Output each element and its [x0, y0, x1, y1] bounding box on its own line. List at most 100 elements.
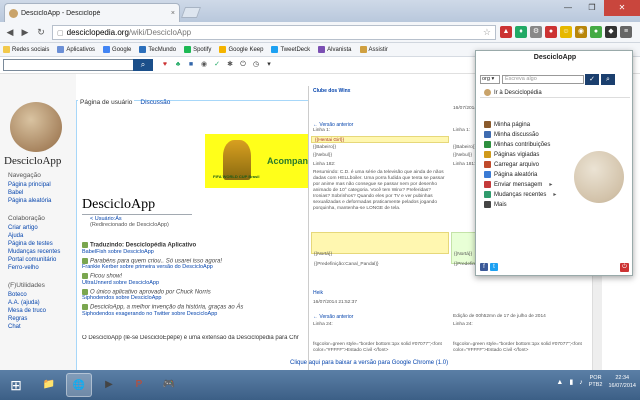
- sidebar-link[interactable]: Portal comunitário: [8, 256, 74, 264]
- sidebar-link[interactable]: Chat: [8, 323, 74, 331]
- popup-close-icon[interactable]: ⏻: [620, 263, 629, 272]
- sidebar-link[interactable]: A.A. (ajuda): [8, 299, 74, 307]
- tab-user-page[interactable]: Página de usuário: [78, 99, 135, 106]
- extension-pdf-icon[interactable]: ▲: [500, 26, 512, 38]
- taskbar-app[interactable]: 🌐: [66, 373, 92, 397]
- extension-bird-icon[interactable]: ♦: [515, 26, 527, 38]
- domain-select[interactable]: org ▾: [480, 75, 500, 84]
- popup-go-button[interactable]: ✓: [585, 74, 599, 85]
- bookmark-item[interactable]: Google Keep: [219, 46, 263, 53]
- link-go-to-desciclopedia[interactable]: Ir à Desciclopédia: [484, 89, 542, 96]
- toolbar-clock-icon[interactable]: ◷: [251, 60, 261, 70]
- toolbar-down-icon[interactable]: ▾: [264, 60, 274, 70]
- reload-icon[interactable]: ↻: [35, 26, 47, 38]
- tray-volume-icon[interactable]: ♪: [579, 379, 583, 386]
- extension-emoji-icon[interactable]: ☺: [560, 26, 572, 38]
- back-icon[interactable]: ◀: [4, 26, 16, 38]
- extension-red-icon[interactable]: ●: [545, 26, 557, 38]
- bookmark-item[interactable]: Redes sociais: [3, 46, 49, 53]
- diff-left-tag-c: {{Nebul}}: [313, 153, 332, 158]
- extension-dark-icon[interactable]: ◆: [605, 26, 617, 38]
- maximize-button[interactable]: ❐: [580, 0, 604, 16]
- toolbar-star-icon[interactable]: ✱: [225, 60, 235, 70]
- popup-menu-item[interactable]: Minha discussão: [484, 131, 539, 138]
- sidebar-link[interactable]: Regras: [8, 315, 74, 323]
- popup-search-icon[interactable]: ⌕: [601, 74, 615, 85]
- taskbar-app[interactable]: P: [126, 373, 152, 397]
- feed-attribution[interactable]: UltraUnnerd sobre DescicloApp: [82, 280, 302, 286]
- diff-left-user[interactable]: Heik: [313, 290, 323, 296]
- toolbar-blue-icon[interactable]: ■: [186, 60, 196, 70]
- bookmark-item[interactable]: TweetDeck: [271, 46, 310, 53]
- diff-left-prev-2[interactable]: ← Versão anterior: [313, 314, 353, 320]
- sidebar-link[interactable]: Página de testes: [8, 240, 74, 248]
- sidebar-link[interactable]: Boteco: [8, 291, 74, 299]
- address-bar[interactable]: ▢ desciclopedia.org/wiki/DescicloApp ☆: [52, 25, 496, 40]
- sidebar-link[interactable]: Mudanças recentes: [8, 248, 74, 256]
- download-notice-link[interactable]: Clique aqui para baixar a versão para Go…: [290, 360, 448, 366]
- popup-menu-item[interactable]: Enviar mensagem ▸: [484, 181, 552, 188]
- sidebar-link[interactable]: Ajuda: [8, 232, 74, 240]
- menu-item-icon: [484, 171, 491, 178]
- taskbar-app[interactable]: 🎮: [156, 373, 182, 397]
- bookmark-item[interactable]: TecMundo: [139, 46, 176, 53]
- toolbar-eye-icon[interactable]: ◉: [199, 60, 209, 70]
- wiki-logo[interactable]: [10, 102, 62, 152]
- sidebar-link[interactable]: Ferro-velho: [8, 264, 74, 272]
- toolbar-check-icon[interactable]: ✓: [212, 60, 222, 70]
- bookmark-star-icon[interactable]: ☆: [483, 27, 491, 38]
- popup-menu-item[interactable]: Página aleatória: [484, 171, 537, 178]
- feed-item: Ficou show! UltraUnnerd sobre DescicloApp: [82, 273, 302, 286]
- tray-arrow-icon[interactable]: ▲: [556, 379, 563, 386]
- bookmark-item[interactable]: Aplicativos: [57, 46, 95, 53]
- feed-attribution[interactable]: Siphodendos exagerando no Twitter sobre …: [82, 311, 302, 317]
- twitter-icon[interactable]: t: [490, 263, 498, 271]
- popup-menu-item[interactable]: Mais: [484, 201, 507, 208]
- sidebar-link[interactable]: Babel: [8, 189, 74, 197]
- popup-menu-item[interactable]: Mudanças recentes ▸: [484, 191, 556, 198]
- bookmark-item[interactable]: Alvanista: [318, 46, 352, 53]
- wiki-search-icon[interactable]: ⌕: [133, 59, 153, 71]
- descicloapp-extension-icon[interactable]: ◉: [575, 26, 587, 38]
- start-button[interactable]: ⊞: [4, 373, 28, 397]
- tab-close-icon[interactable]: ×: [171, 10, 175, 17]
- sidebar-link[interactable]: Página aleatória: [8, 197, 74, 205]
- clock[interactable]: 22:34 16/07/2014: [608, 374, 636, 390]
- wiki-search-input[interactable]: [3, 59, 153, 71]
- browser-tab[interactable]: DescicloApp - Desciclopé ×: [4, 3, 180, 22]
- popup-menu-item[interactable]: Carregar arquivo: [484, 161, 539, 168]
- bookmark-item[interactable]: Spotify: [184, 46, 211, 53]
- toolbar-tree-icon[interactable]: ♣: [173, 60, 183, 70]
- extension-gear-icon[interactable]: ⚙: [530, 26, 542, 38]
- feed-attribution[interactable]: Frankie Kerber sobre primeira versão do …: [82, 264, 302, 270]
- bookmark-label: Assistir: [368, 46, 388, 53]
- feed-item: O único aplicativo aprovado por Chuck No…: [82, 288, 302, 301]
- taskbar-app[interactable]: ▶: [96, 373, 122, 397]
- forward-icon[interactable]: ▶: [19, 26, 31, 38]
- close-window-button[interactable]: ✕: [604, 0, 640, 16]
- sidebar-link[interactable]: Página principal: [8, 181, 74, 189]
- facebook-icon[interactable]: f: [480, 263, 488, 271]
- minimize-button[interactable]: —: [556, 0, 580, 16]
- language-indicator[interactable]: POR PTB2: [589, 375, 603, 389]
- new-tab-button[interactable]: [180, 7, 202, 18]
- toolbar-heart-icon[interactable]: ♥: [160, 60, 170, 70]
- sidebar-link[interactable]: Mesa de truco: [8, 307, 74, 315]
- bookmark-item[interactable]: Assistir: [359, 46, 388, 53]
- popup-search-input[interactable]: Escreva algo: [502, 75, 584, 84]
- popup-menu-item[interactable]: Minha página: [484, 121, 530, 128]
- popup-menu-item[interactable]: Páginas vigiadas: [484, 151, 539, 158]
- menu-icon[interactable]: ≡: [620, 26, 632, 38]
- toolbar-power-icon[interactable]: ⏻: [238, 60, 248, 70]
- popup-menu-item[interactable]: Minhas contribuições: [484, 141, 550, 148]
- feed-attribution[interactable]: BabelFish sobre DescicloApp: [82, 249, 302, 255]
- extension-green-icon[interactable]: ●: [590, 26, 602, 38]
- sidebar-link[interactable]: Criar artigo: [8, 224, 74, 232]
- taskbar-app[interactable]: 📁: [36, 373, 62, 397]
- feed-attribution[interactable]: Siphodendos sobre DescicloApp: [82, 295, 302, 301]
- world-cup-banner[interactable]: FIFA WORLD CUP Brasil Acompanhe: [205, 134, 320, 188]
- windows-taskbar: ⊞ ▲ ▮ ♪ POR PTB2 22:34 16/07/2014 📁 🌐 ▶ P 🎮: [0, 370, 640, 400]
- tray-network-icon[interactable]: ▮: [569, 378, 573, 386]
- tab-discussion[interactable]: Discussão: [140, 99, 170, 106]
- bookmark-item[interactable]: Google: [103, 46, 131, 53]
